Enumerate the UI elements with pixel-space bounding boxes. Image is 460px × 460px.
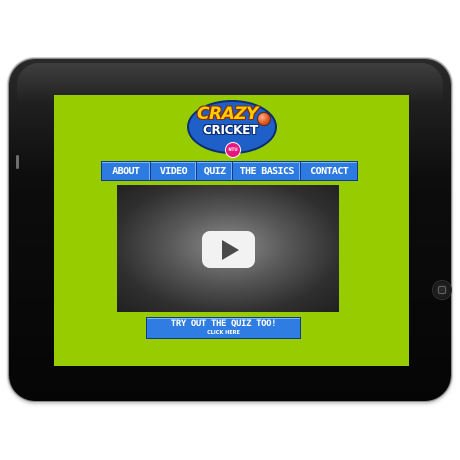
play-button[interactable] [202, 231, 255, 268]
logo-badge: NTU [225, 142, 241, 158]
logo-word-cricket: CRICKET [203, 123, 258, 137]
nav-item-video[interactable]: VIDEO [151, 162, 198, 180]
site-logo[interactable]: CRAZY CRICKET NTU [187, 100, 277, 158]
quiz-cta-subtitle: CLICK HERE [207, 330, 240, 336]
nav-item-quiz[interactable]: QUIZ [197, 162, 233, 180]
stage: CRAZY CRICKET NTU ABOUT VIDEO QUIZ THE B… [0, 0, 460, 460]
quiz-cta-button[interactable]: TRY OUT THE QUIZ TOO! CLICK HERE [146, 317, 301, 339]
video-player[interactable] [117, 185, 339, 312]
logo-word-crazy: CRAZY [197, 104, 258, 124]
nav-item-about[interactable]: ABOUT [102, 162, 151, 180]
quiz-cta-title: TRY OUT THE QUIZ TOO! [170, 319, 277, 329]
tablet-screen: CRAZY CRICKET NTU ABOUT VIDEO QUIZ THE B… [54, 95, 409, 366]
nav-item-the-basics[interactable]: THE BASICS [233, 162, 302, 180]
nav-item-contact[interactable]: CONTACT [301, 162, 357, 180]
main-nav: ABOUT VIDEO QUIZ THE BASICS CONTACT [101, 161, 358, 181]
cricket-ball-icon [257, 112, 271, 126]
home-button[interactable] [433, 281, 451, 299]
play-icon [222, 240, 239, 260]
side-button [16, 155, 19, 169]
